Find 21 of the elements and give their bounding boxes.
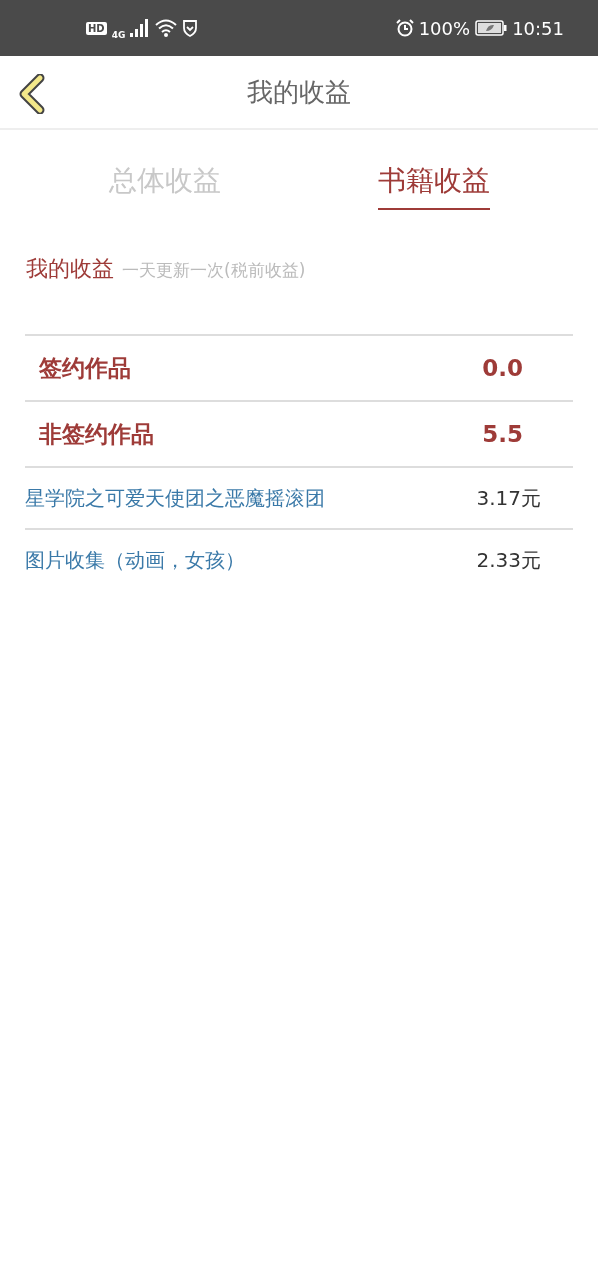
section-title: 我的收益 (26, 255, 114, 283)
shield-icon (182, 19, 199, 37)
book-title-link[interactable]: 星学院之可爱天使团之恶魔摇滚团 (25, 484, 325, 512)
battery-percent: 100% (418, 17, 471, 39)
tab[interactable]: 书籍收益 (377, 162, 490, 210)
hd-icon: HD (86, 21, 107, 35)
book-earnings: 3.17元 (476, 484, 541, 512)
category-amount: 0.0 (482, 355, 523, 381)
clock-time: 10:51 (512, 17, 564, 39)
book-title-link[interactable]: 图片收集（动画，女孩） (25, 546, 245, 574)
category-amount: 5.5 (482, 421, 523, 447)
book-earnings: 2.33元 (476, 546, 541, 574)
section-note: 一天更新一次(税前收益) (122, 259, 306, 282)
page-title: 我的收益 (247, 75, 351, 109)
category-label: 非签约作品 (39, 419, 154, 449)
category-label: 签约作品 (39, 353, 131, 383)
network-type: 4G (111, 30, 126, 40)
alarm-icon (395, 19, 414, 37)
wifi-icon (155, 19, 178, 37)
battery-icon (475, 20, 508, 36)
signal-icon (130, 19, 151, 37)
